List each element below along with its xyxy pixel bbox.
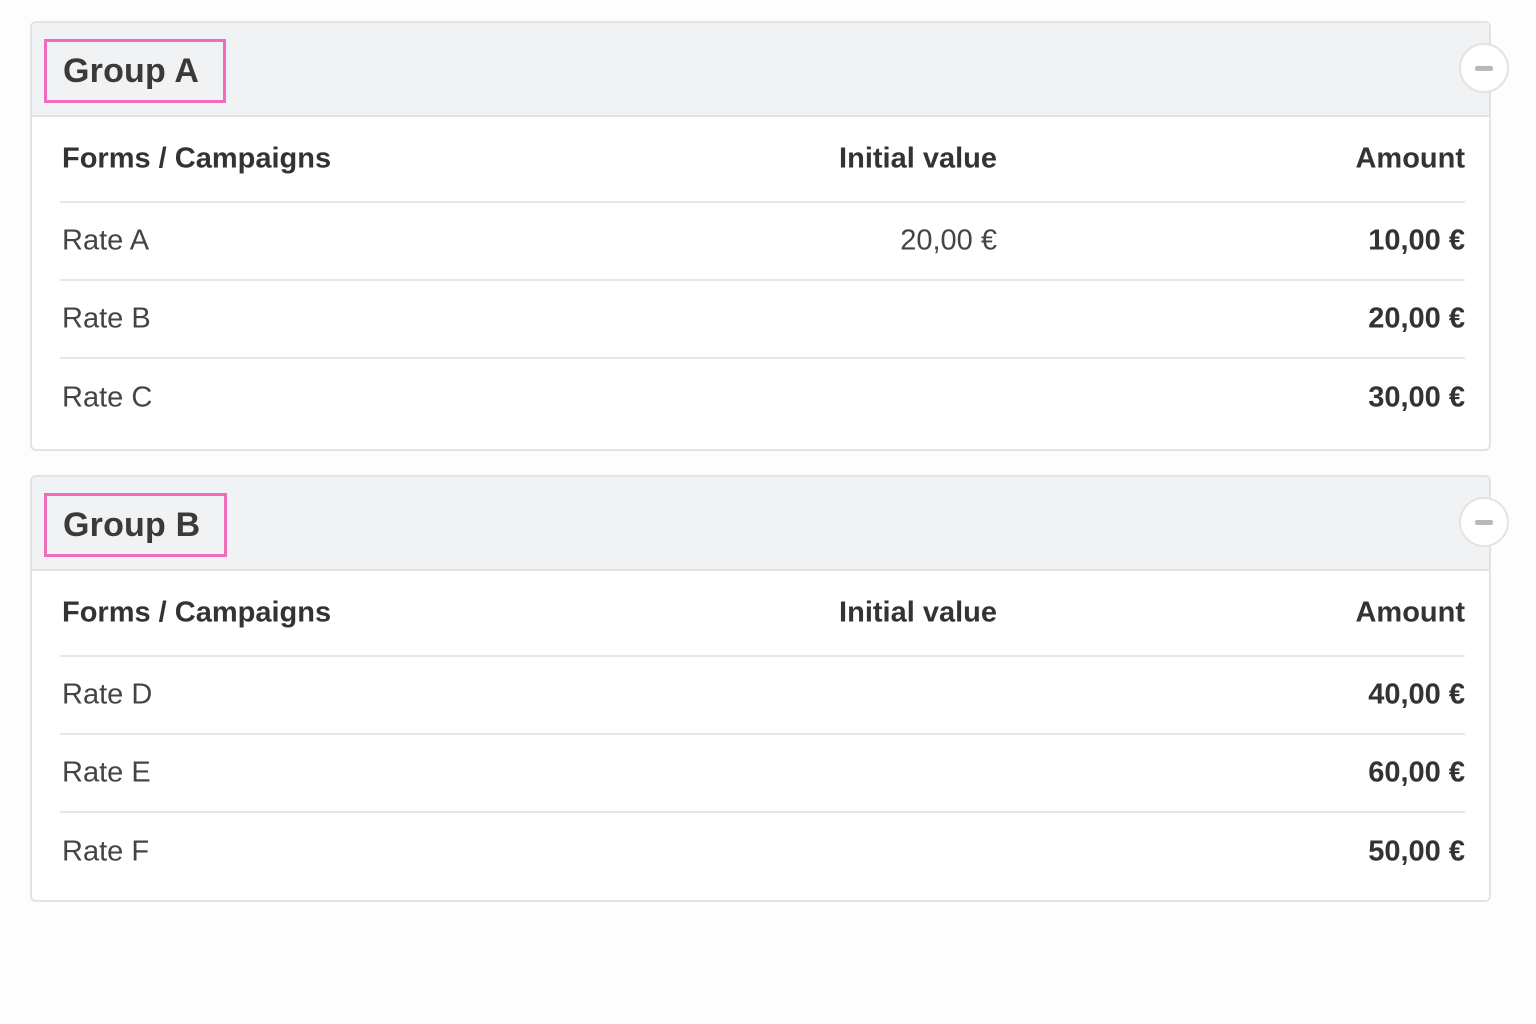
- rate-name: Rate A: [62, 224, 150, 257]
- rates-table: Forms / Campaigns Initial value Amount R…: [60, 117, 1465, 437]
- table-row: Rate F 50,00 €: [60, 813, 1465, 891]
- group-header: Group B: [32, 477, 1509, 571]
- group-panel-a: Group A Forms / Campaigns Initial value …: [30, 21, 1509, 451]
- table-row: Rate B 20,00 €: [60, 281, 1465, 359]
- rates-table: Forms / Campaigns Initial value Amount R…: [60, 571, 1465, 891]
- column-header-amount: Amount: [1355, 596, 1465, 629]
- table-row: Rate E 60,00 €: [60, 735, 1465, 813]
- amount-value: 20,00 €: [1368, 302, 1465, 335]
- amount-value: 10,00 €: [1368, 224, 1465, 257]
- amount-value: 30,00 €: [1368, 381, 1465, 414]
- table-header-row: Forms / Campaigns Initial value Amount: [60, 117, 1465, 203]
- group-title: Group A: [44, 39, 227, 103]
- minus-icon: [1475, 65, 1493, 71]
- initial-value: 20,00 €: [900, 224, 997, 257]
- collapse-button[interactable]: [1459, 497, 1509, 547]
- amount-value: 50,00 €: [1368, 835, 1465, 868]
- minus-icon: [1475, 519, 1493, 525]
- rate-name: Rate D: [62, 678, 153, 711]
- collapse-button[interactable]: [1459, 43, 1509, 93]
- table-header-row: Forms / Campaigns Initial value Amount: [60, 571, 1465, 657]
- page: Group A Forms / Campaigns Initial value …: [0, 0, 1536, 1024]
- group-panel-b: Group B Forms / Campaigns Initial value …: [30, 475, 1509, 902]
- table-row: Rate C 30,00 €: [60, 359, 1465, 437]
- amount-value: 40,00 €: [1368, 678, 1465, 711]
- table-row: Rate A 20,00 € 10,00 €: [60, 203, 1465, 281]
- rate-name: Rate E: [62, 756, 151, 789]
- column-header-amount: Amount: [1355, 142, 1465, 175]
- rate-name: Rate C: [62, 381, 153, 414]
- group-title: Group B: [44, 493, 228, 557]
- column-header-forms-campaigns: Forms / Campaigns: [62, 142, 332, 175]
- column-header-initial-value: Initial value: [839, 142, 997, 175]
- amount-value: 60,00 €: [1368, 756, 1465, 789]
- rate-name: Rate B: [62, 302, 151, 335]
- table-row: Rate D 40,00 €: [60, 657, 1465, 735]
- rate-name: Rate F: [62, 835, 150, 868]
- column-header-initial-value: Initial value: [839, 596, 997, 629]
- group-header: Group A: [32, 23, 1509, 117]
- column-header-forms-campaigns: Forms / Campaigns: [62, 596, 332, 629]
